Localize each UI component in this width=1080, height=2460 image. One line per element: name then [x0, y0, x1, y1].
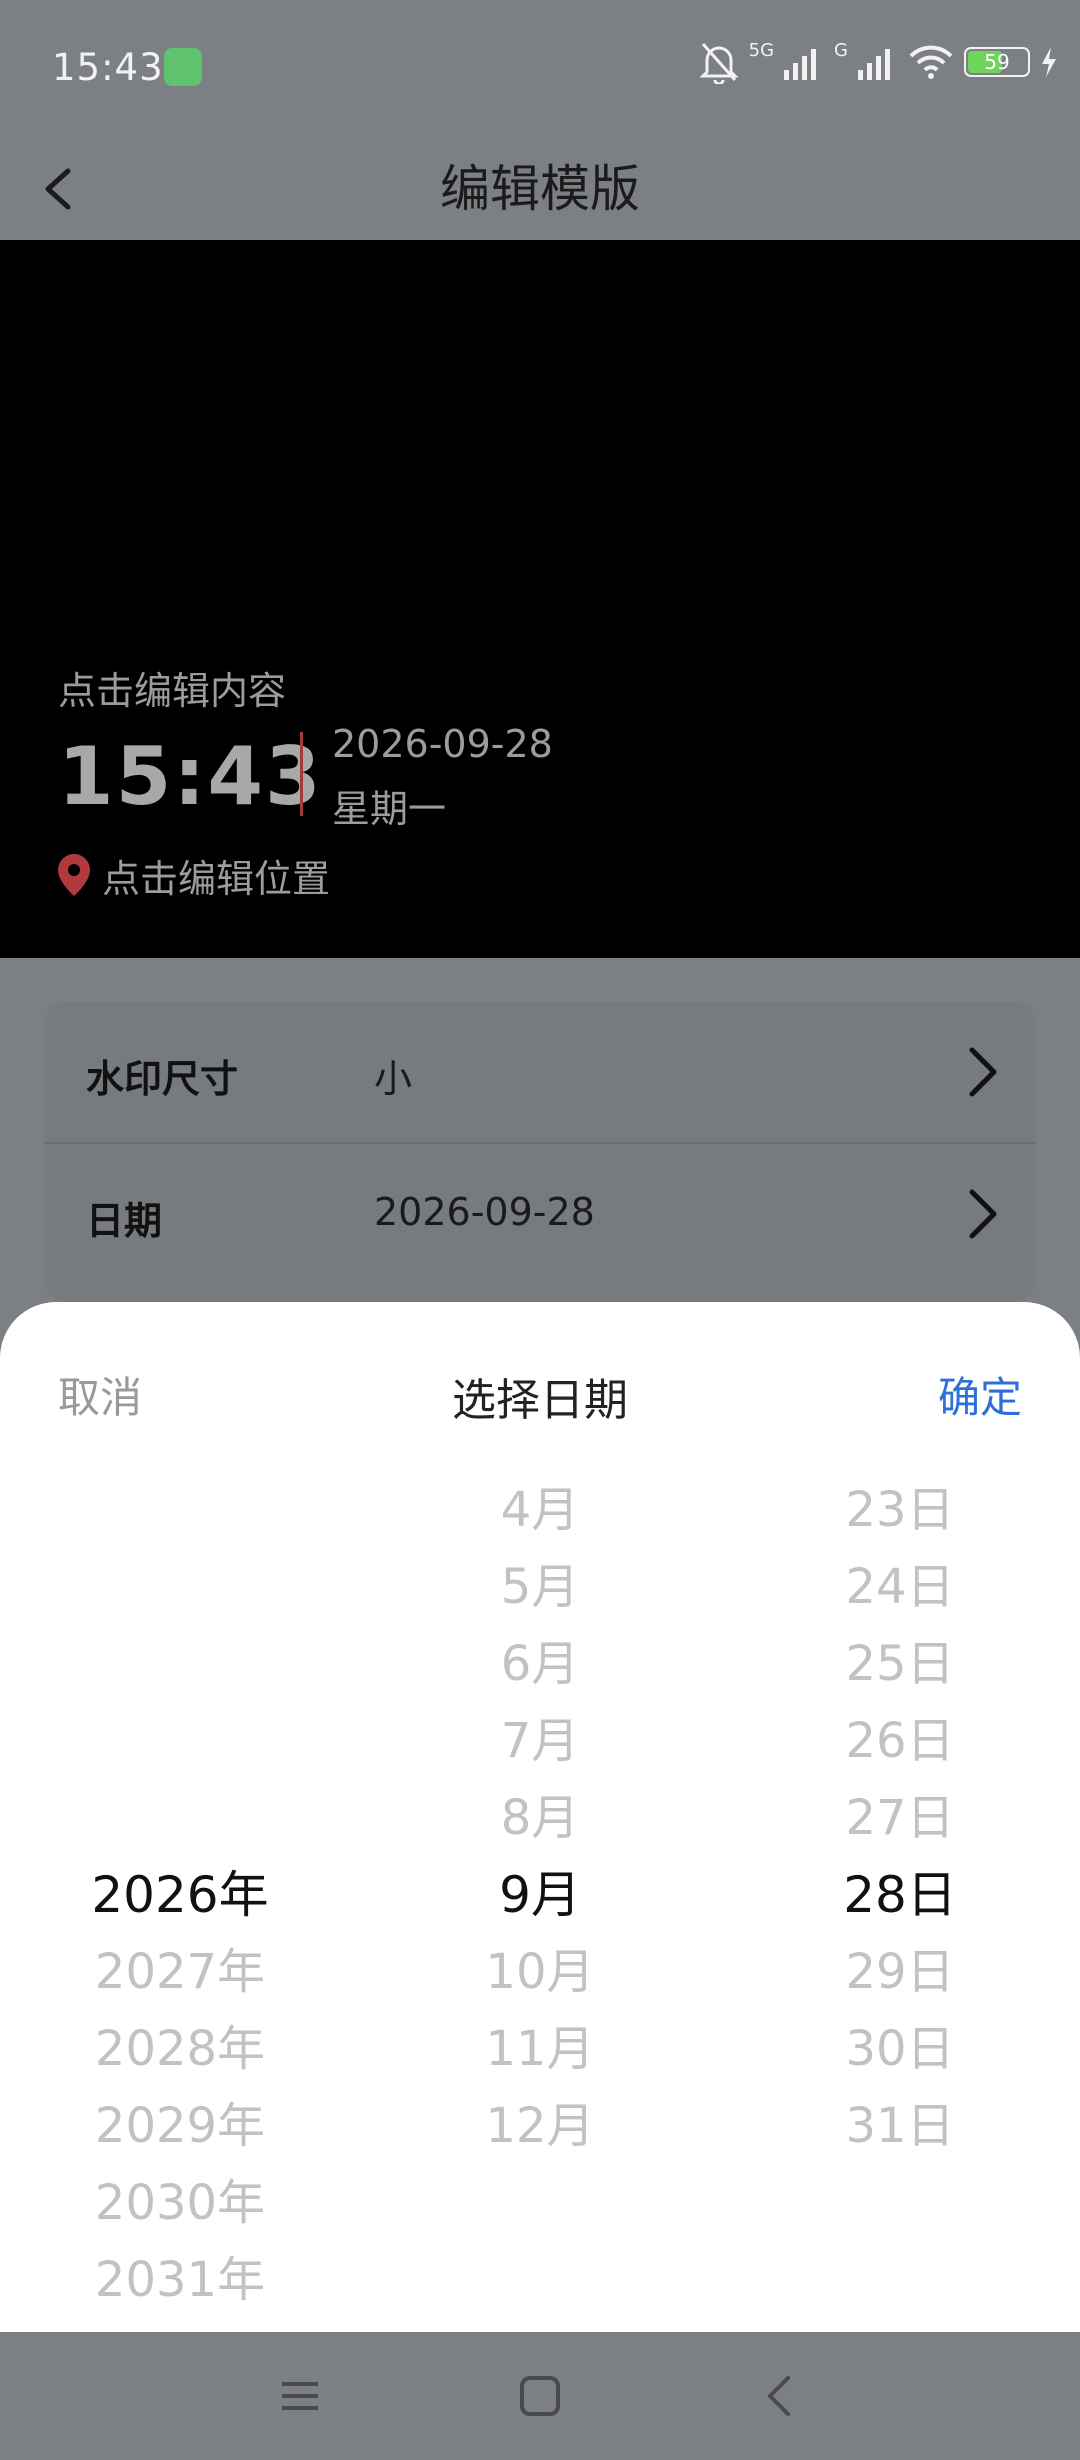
signal-icon-2 — [858, 49, 890, 80]
month-option[interactable]: 10月 — [440, 1934, 640, 2011]
settings-card: 水印尺寸 小 日期 2026-09-28 — [44, 1002, 1036, 1302]
month-option[interactable]: 7月 — [440, 1703, 640, 1780]
setting-value: 小 — [374, 1057, 413, 1101]
chevron-right-icon — [969, 1189, 997, 1239]
month-option[interactable]: 12月 — [440, 2088, 640, 2165]
month-option[interactable]: 11月 — [440, 2011, 640, 2088]
setting-value: 2026-09-28 — [374, 1190, 595, 1234]
day-option[interactable]: 23日 — [800, 1472, 1000, 1549]
android-app-icon — [164, 48, 202, 86]
day-option[interactable]: 31日 — [800, 2088, 1000, 2165]
location-pin-icon — [58, 854, 90, 896]
month-option[interactable]: 4月 — [440, 1472, 640, 1549]
top-app-bar: 编辑模版 — [0, 135, 1080, 240]
date-picker-sheet: 取消 选择日期 确定 2026年 2027年 2028年 2029年 2030年 2031… — [0, 1302, 1080, 2332]
home-square-icon[interactable] — [510, 2366, 570, 2426]
status-time: 15:43 — [52, 46, 164, 89]
wifi-icon — [909, 45, 953, 79]
watermark-date: 2026-09-28 — [332, 722, 553, 766]
signal-icon — [784, 49, 817, 80]
year-option[interactable]: 2027年 — [80, 1934, 280, 2011]
page-title: 编辑模版 — [440, 160, 640, 218]
month-option[interactable]: 8月 — [440, 1780, 640, 1857]
year-option[interactable]: 2030年 — [80, 2165, 280, 2242]
day-option[interactable]: 28日 — [800, 1857, 1000, 1934]
watermark-preview[interactable]: 点击编辑内容 15:43 2026-09-28 星期一 点击编辑位置 — [0, 240, 1080, 958]
day-option[interactable]: 24日 — [800, 1549, 1000, 1626]
watermark-divider — [300, 732, 303, 816]
month-option[interactable]: 9月 — [440, 1857, 640, 1934]
watermark-edit-hint[interactable]: 点击编辑内容 — [58, 660, 286, 715]
setting-label: 水印尺寸 — [86, 1057, 239, 1101]
signal-label-5g: 5G — [748, 40, 775, 61]
watermark-time: 15:43 — [58, 730, 323, 823]
day-option[interactable]: 30日 — [800, 2011, 1000, 2088]
battery-icon: 59 — [964, 47, 1030, 77]
signal-label-g: G — [834, 40, 848, 61]
year-option[interactable]: 2031年 — [80, 2242, 280, 2319]
back-icon[interactable] — [750, 2366, 810, 2426]
confirm-button[interactable]: 确定 — [938, 1364, 1022, 1425]
month-option[interactable]: 6月 — [440, 1626, 640, 1703]
day-option[interactable]: 27日 — [800, 1780, 1000, 1857]
day-option[interactable]: 26日 — [800, 1703, 1000, 1780]
charging-icon — [1042, 47, 1056, 77]
month-option[interactable]: 5月 — [440, 1549, 640, 1626]
menu-icon[interactable] — [270, 2366, 330, 2426]
day-option[interactable]: 25日 — [800, 1626, 1000, 1703]
watermark-location-hint[interactable]: 点击编辑位置 — [102, 848, 330, 903]
battery-level: 59 — [984, 50, 1010, 74]
status-icons: 5G G 59 — [699, 40, 1058, 84]
year-option[interactable]: 2028年 — [80, 2011, 280, 2088]
year-option[interactable]: 2026年 — [80, 1857, 280, 1934]
system-nav-bar — [0, 2332, 1080, 2460]
status-bar: 15:43 5G G 59 — [0, 0, 1080, 135]
mute-bell-icon — [699, 43, 739, 84]
chevron-right-icon — [969, 1047, 997, 1097]
setting-row-watermark-size[interactable]: 水印尺寸 小 — [44, 1002, 1036, 1142]
day-option[interactable]: 29日 — [800, 1934, 1000, 2011]
date-picker-title: 选择日期 — [452, 1375, 628, 1426]
watermark-weekday: 星期一 — [332, 787, 447, 831]
year-option[interactable]: 2029年 — [80, 2088, 280, 2165]
setting-label: 日期 — [86, 1199, 163, 1243]
setting-row-date[interactable]: 日期 2026-09-28 — [44, 1142, 1036, 1282]
